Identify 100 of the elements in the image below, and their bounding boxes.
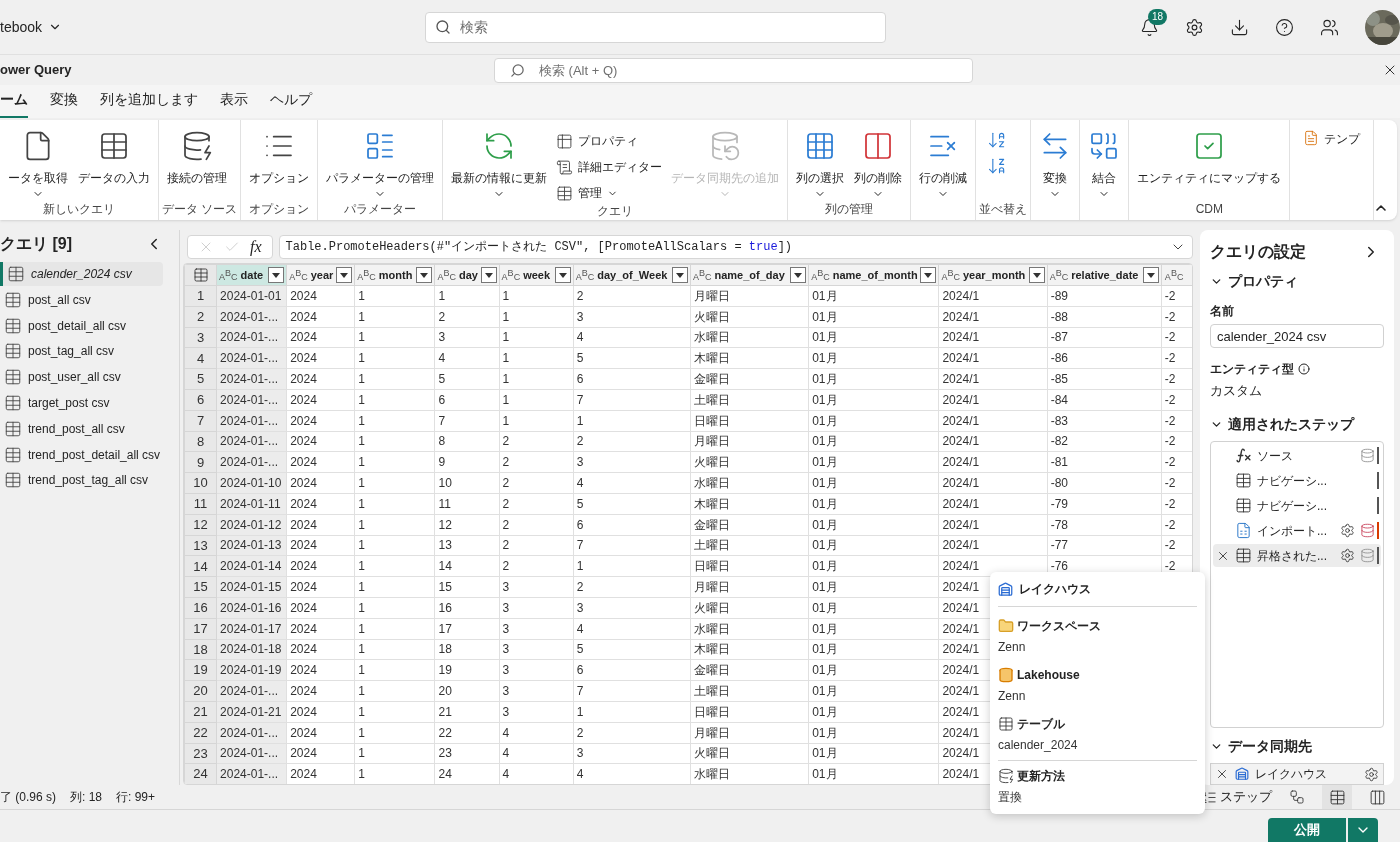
group-label: 新しいクエリ (42, 202, 116, 216)
ribbon-button[interactable]: パラメーターの管理 (321, 124, 440, 202)
query-item[interactable]: trend_post_detail_all csv (0, 442, 163, 467)
table-cell: 月曜日 (690, 576, 809, 598)
table-cell: 18 (434, 639, 500, 660)
popup-value: 置換 (998, 789, 1023, 806)
table-cell: 2024 (286, 701, 355, 723)
row-number: 23 (184, 743, 217, 764)
table-cell: 2024 (286, 389, 355, 411)
row-number: 16 (184, 597, 217, 619)
column-header[interactable]: ABC week (499, 264, 574, 286)
table-cell: 2024 (286, 535, 355, 556)
table-cell: 5 (573, 493, 691, 515)
step-item[interactable]: インポート... (1213, 519, 1381, 543)
query-item[interactable]: post_tag_all csv (0, 339, 163, 364)
ribbon-tab[interactable]: 表示 (220, 89, 248, 118)
steps-button[interactable]: ステップ (1202, 787, 1272, 807)
ribbon-button[interactable]: 結合 (1083, 124, 1126, 216)
query-item[interactable]: target_post csv (0, 391, 163, 415)
type-icon: ABC (811, 268, 830, 282)
column-header[interactable]: ABC day_of_Week (573, 264, 691, 286)
column-header[interactable]: ABC name_of_day (690, 264, 809, 286)
query-item[interactable]: trend_post_all csv (0, 416, 163, 441)
step-item[interactable]: ナビゲーシ... (1213, 494, 1381, 518)
row-number: 9 (184, 451, 217, 473)
row-number: 15 (184, 576, 217, 598)
column-header[interactable]: ABC year_month (938, 264, 1048, 286)
column-name: relative_date (1071, 267, 1140, 283)
search-field[interactable]: 検索 (Alt + Q) (494, 57, 973, 83)
ribbon-button[interactable]: 接続の管理 (162, 124, 232, 202)
ribbon-button[interactable]: ータを取得 (3, 124, 73, 202)
table-cell: 11 (434, 493, 500, 515)
function-button[interactable]: fx (250, 235, 262, 259)
column-name: week (523, 267, 552, 283)
column-name: day_of_Week (597, 267, 669, 283)
type-icon: ABC (1049, 268, 1069, 282)
query-item[interactable]: post_user_all csv (0, 365, 163, 390)
type-icon: ABC (501, 268, 521, 282)
ribbon-button[interactable]: 列の選択 (791, 124, 850, 202)
table-cell: 2 (499, 535, 574, 556)
publish-button[interactable]: 公開 (1268, 818, 1346, 842)
column-header[interactable]: ABC name_of_month (808, 264, 939, 286)
query-item[interactable]: post_detail_all csv (0, 313, 163, 338)
table-cell: 21 (434, 701, 500, 723)
table-cell: 9 (434, 451, 500, 473)
table-cell: 2024 (286, 597, 355, 619)
row-number: 8 (184, 431, 217, 452)
ribbon-button[interactable]: プロパティ (556, 130, 663, 152)
step-name: インポート... (1257, 522, 1328, 540)
query-item[interactable]: calender_2024 csv (0, 262, 163, 286)
ribbon-button[interactable]: 列の削除 (849, 124, 908, 202)
row-number: 20 (184, 680, 217, 702)
column-header[interactable]: ABC (1161, 264, 1192, 286)
column-header[interactable]: ABC day (434, 264, 500, 286)
type-icon: ABC (437, 268, 456, 282)
ribbon-tab[interactable]: 変換 (50, 89, 78, 118)
table-cell: 1 (499, 410, 574, 432)
workspace-title[interactable]: tebook (0, 16, 43, 38)
step-item[interactable]: ナビゲーシ... (1213, 469, 1381, 493)
query-item[interactable]: trend_post_tag_all csv (0, 468, 163, 493)
table-cell: 3 (573, 451, 691, 473)
row-number: 19 (184, 659, 217, 681)
ribbon-button[interactable]: エンティティにマップする (1132, 124, 1287, 202)
formula-field[interactable]: Table.PromoteHeaders(#"インポートされた CSV", [PromoteAllScalars = true]) (278, 235, 1193, 259)
column-header[interactable]: ABC relative_date (1047, 264, 1162, 286)
destination-item[interactable]: レイクハウス (1210, 763, 1384, 785)
column-header[interactable]: ABC month (354, 264, 435, 286)
ribbon-tab[interactable]: 列を追加します (100, 89, 198, 118)
row-number: 5 (184, 368, 217, 390)
table-cell: 3 (573, 743, 691, 764)
name-field[interactable]: calender_2024 csv (1210, 324, 1384, 348)
query-item[interactable]: post_all csv (0, 287, 163, 312)
group-label: クエリ (596, 204, 635, 218)
ribbon-button[interactable]: 変換 (1034, 124, 1077, 216)
table-cell: 01月 (808, 639, 939, 660)
column-header[interactable]: ABC year (286, 264, 355, 286)
ribbon-button[interactable]: 管理 (556, 182, 663, 204)
step-item[interactable]: ソース (1213, 444, 1381, 468)
table-cell: 7 (573, 680, 691, 702)
ribbon-button[interactable]: 詳細エディター (556, 156, 663, 178)
table-cell: 2024/1 (938, 327, 1048, 348)
table-cell: 01月 (808, 431, 939, 452)
column-header[interactable]: ABC date (216, 264, 287, 286)
status-text: 了 (0.96 s) (0, 789, 56, 806)
table-cell: 01月 (808, 743, 939, 764)
step-item[interactable]: 昇格された... (1213, 544, 1381, 568)
ribbon-button[interactable]: データの入力 (73, 124, 155, 202)
ribbon-button[interactable]: 最新の情報に更新 (446, 124, 553, 204)
ribbon-button[interactable]: オプション (244, 124, 315, 202)
ribbon-button[interactable]: 行の削減 (914, 124, 973, 216)
table-cell: 2024 (286, 306, 355, 328)
ribbon-tab[interactable]: ヘルプ (270, 89, 312, 118)
search-field[interactable]: 検索 (425, 11, 886, 43)
table-cell: 01月 (808, 659, 939, 681)
ribbon-button[interactable]: テンプ (1293, 124, 1371, 148)
table-cell: 3 (499, 659, 574, 681)
ribbon-tab[interactable]: ーム (0, 89, 28, 118)
table-cell: 13 (434, 535, 500, 556)
query-name: trend_post_all csv (28, 420, 125, 438)
table-cell: 木曜日 (690, 639, 809, 660)
